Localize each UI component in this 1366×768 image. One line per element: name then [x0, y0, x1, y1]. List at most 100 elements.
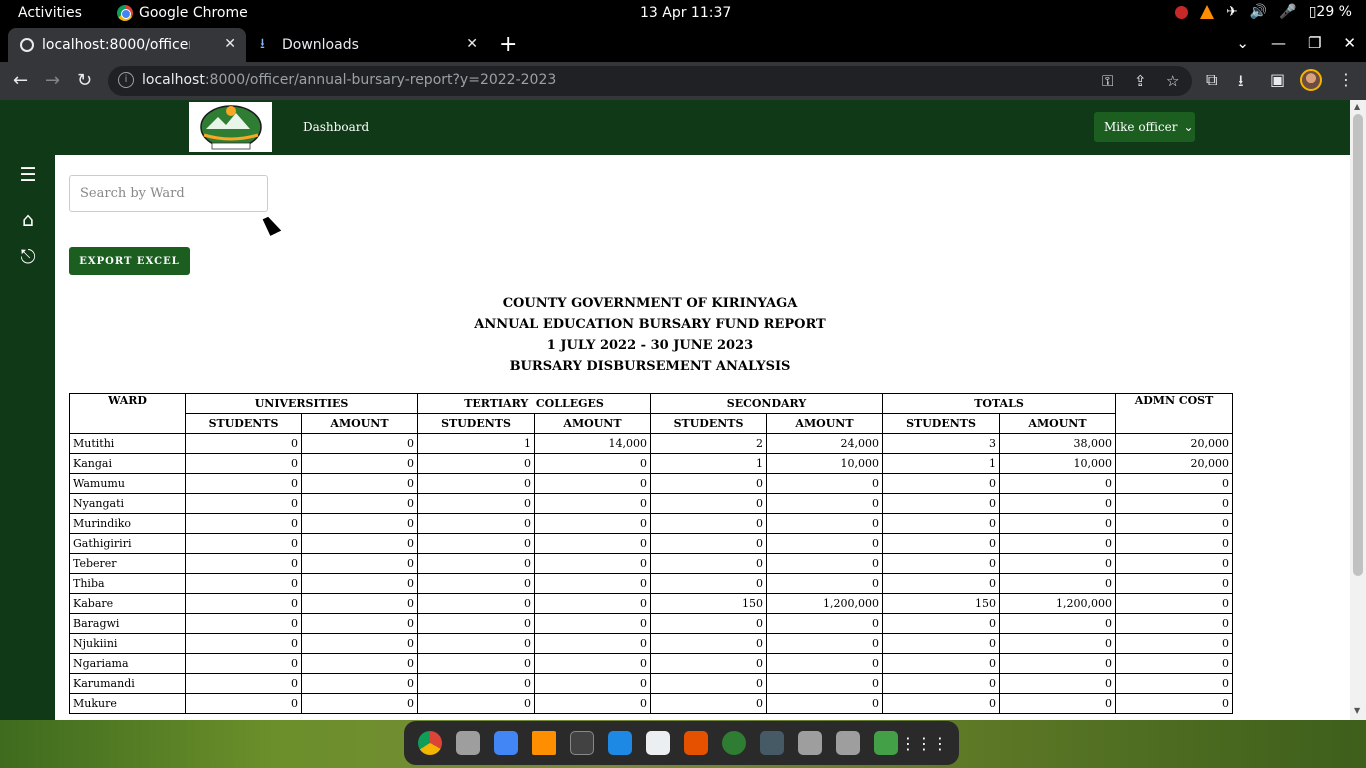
share-icon[interactable]: ⇪	[1134, 72, 1147, 90]
tab-bursary-report[interactable]: localhost:8000/officer/an ✕	[8, 28, 246, 62]
browser-dock-icon[interactable]	[722, 731, 746, 755]
table-cell: 0	[1115, 473, 1233, 494]
url-text[interactable]: localhost:8000/officer/annual-bursary-re…	[142, 72, 556, 88]
table-cell: 0	[301, 633, 418, 654]
minimize-icon[interactable]: —	[1271, 34, 1286, 52]
system-tray[interactable]: ✈ 🔊 🎤 ▯29 %	[1175, 4, 1352, 20]
header-admn-cost: ADMN COST	[1115, 393, 1233, 434]
table-cell: 0	[1115, 633, 1233, 654]
activities-button[interactable]: Activities	[18, 5, 82, 21]
scroll-up-icon[interactable]: ▲	[1354, 102, 1360, 111]
close-tab-icon[interactable]: ✕	[224, 36, 236, 52]
system-monitor-dock-icon[interactable]	[760, 731, 784, 755]
header-totals: TOTALS	[882, 393, 1116, 414]
forward-icon[interactable]: →	[45, 70, 60, 91]
key-icon[interactable]: ⚿	[1102, 72, 1113, 90]
tab-search-icon[interactable]: ⌄	[1236, 34, 1249, 52]
user-menu-button[interactable]: Mike officer ⌄	[1094, 112, 1195, 142]
table-cell: 0	[882, 693, 1000, 714]
table-cell: 2	[650, 433, 767, 454]
vlc-dock-icon[interactable]	[532, 731, 556, 755]
table-cell: 0	[650, 473, 767, 494]
vscode-dock-icon[interactable]	[608, 731, 632, 755]
table-cell: 0	[766, 693, 883, 714]
table-cell: 0	[882, 533, 1000, 554]
restore-icon[interactable]: ❐	[1308, 34, 1321, 52]
table-row: Murindiko 0 0 0 0 0 0 0 0 0	[69, 513, 1233, 534]
close-tab-icon[interactable]: ✕	[466, 36, 478, 52]
chrome-dock-icon[interactable]	[418, 731, 442, 755]
text-editor-dock-icon[interactable]	[646, 731, 670, 755]
close-window-icon[interactable]: ✕	[1343, 34, 1356, 52]
table-cell: 0	[185, 693, 302, 714]
table-cell: 0	[999, 533, 1116, 554]
table-cell: 0	[185, 513, 302, 534]
home-icon[interactable]: ⌂	[17, 209, 39, 231]
profile-avatar[interactable]	[1300, 69, 1322, 91]
tab-title: localhost:8000/officer/an	[42, 37, 190, 53]
browser-toolbar: ← → ↻ i localhost:8000/officer/annual-bu…	[0, 62, 1366, 100]
table-cell: 0	[999, 473, 1116, 494]
menu-kebab-icon[interactable]: ⋮	[1338, 70, 1354, 89]
disk-dock-icon[interactable]	[836, 731, 860, 755]
county-logo[interactable]	[189, 102, 272, 152]
vlc-tray-icon	[1200, 5, 1215, 19]
microphone-icon: 🎤	[1279, 4, 1297, 20]
table-cell: 0	[301, 553, 418, 574]
new-tab-button[interactable]: +	[499, 32, 517, 57]
table-row: Baragwi 0 0 0 0 0 0 0 0 0	[69, 613, 1233, 634]
dashboard-link[interactable]: Dashboard	[303, 120, 369, 134]
site-info-icon[interactable]: i	[118, 72, 134, 88]
header-universities: UNIVERSITIES	[185, 393, 418, 414]
header-tertiary-colleges: TERTIARY COLLEGES	[417, 393, 651, 414]
export-excel-button[interactable]: EXPORT EXCEL	[69, 247, 190, 275]
clock[interactable]: 13 Apr 11:37	[640, 5, 731, 21]
table-cell: 24,000	[766, 433, 883, 454]
table-cell: 0	[1115, 593, 1233, 614]
side-panel-icon[interactable]: ▣	[1270, 70, 1285, 89]
bookmark-star-icon[interactable]: ☆	[1166, 72, 1179, 90]
address-bar[interactable]: i localhost:8000/officer/annual-bursary-…	[108, 66, 1192, 96]
table-cell: 0	[766, 653, 883, 674]
logout-icon[interactable]: ⎋	[17, 246, 39, 268]
table-cell: 0	[650, 553, 767, 574]
scroll-down-icon[interactable]: ▼	[1354, 706, 1360, 715]
page-scrollbar[interactable]: ▲ ▼	[1350, 100, 1366, 720]
show-apps-grid-icon[interactable]: ⋮⋮⋮	[900, 731, 948, 755]
ward-search-input[interactable]	[69, 175, 268, 212]
header-ward: WARD	[69, 393, 186, 434]
table-cell: 0	[534, 513, 651, 534]
table-cell: 0	[185, 593, 302, 614]
table-cell: 1	[417, 433, 535, 454]
extensions-icon[interactable]: ⧉	[1206, 70, 1217, 90]
page-viewport: Dashboard Mike officer ⌄ ☰ ⌂ ⎋ EXPORT EX…	[0, 100, 1366, 720]
ward-name-cell: Mutithi	[69, 433, 186, 454]
table-cell: 0	[185, 573, 302, 594]
text-document-dock-icon[interactable]	[494, 731, 518, 755]
table-cell: 0	[1115, 573, 1233, 594]
table-cell: 0	[999, 653, 1116, 674]
table-cell: 0	[534, 593, 651, 614]
sublime-dock-icon[interactable]	[684, 731, 708, 755]
hamburger-menu-icon[interactable]: ☰	[17, 164, 39, 186]
tab-title: Downloads	[282, 37, 359, 53]
table-cell: 0	[1115, 673, 1233, 694]
terminal-dock-icon[interactable]	[570, 731, 594, 755]
table-cell: 0	[534, 553, 651, 574]
table-cell: 0	[1115, 493, 1233, 514]
archive-dock-icon[interactable]	[798, 731, 822, 755]
report-title-line: ANNUAL EDUCATION BURSARY FUND REPORT	[474, 317, 826, 332]
files-dock-icon[interactable]	[456, 731, 480, 755]
installer-dock-icon[interactable]	[874, 731, 898, 755]
report-title-line: 1 JULY 2022 - 30 JUNE 2023	[546, 338, 754, 353]
table-row: Gathigiriri 0 0 0 0 0 0 0 0 0	[69, 533, 1233, 554]
scrollbar-thumb[interactable]	[1353, 114, 1363, 576]
downloads-icon[interactable]: ⭳	[1238, 70, 1244, 97]
reload-icon[interactable]: ↻	[77, 70, 92, 91]
table-cell: 0	[882, 553, 1000, 574]
back-icon[interactable]: ←	[13, 70, 28, 91]
tab-downloads[interactable]: ⭳ Downloads ✕	[252, 28, 488, 62]
app-menu[interactable]: Google Chrome	[117, 5, 248, 21]
table-cell: 0	[999, 693, 1116, 714]
ward-name-cell: Thiba	[69, 573, 186, 594]
